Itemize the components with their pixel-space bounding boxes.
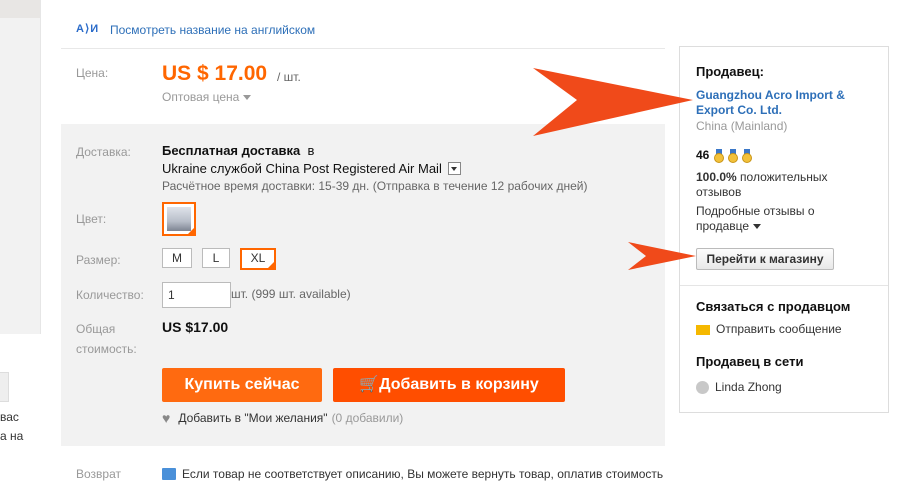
medal-icon [713,148,725,163]
size-option-m[interactable]: M [162,248,192,268]
seller-name-line1: Guangzhou Acro Import & [696,88,845,102]
seller-name-link[interactable]: Guangzhou Acro Import & Export Co. Ltd. [696,88,845,118]
total-label-1: Общая [76,322,116,336]
size-option-xl-label: XL [250,251,266,265]
color-swatch[interactable] [162,202,196,236]
shipping-label: Доставка: [76,145,131,159]
shipping-destination[interactable]: Ukraine службой China Post Registered Ai… [162,161,461,176]
online-title: Продавец в сети [696,354,804,369]
chevron-down-icon [243,95,252,101]
wholesale-price-dropdown[interactable]: Оптовая цена [162,90,252,104]
return-text: Если товар не соответствует описанию, Вы… [182,467,664,481]
seller-score-value: 46 [696,148,710,162]
medal-icon [727,148,739,163]
add-to-wishlist[interactable]: ♥ Добавить в "Мои желания" (0 добавили) [162,411,403,425]
total-price: US $17.00 [162,319,229,335]
contact-title: Связаться с продавцом [696,299,851,314]
medal-icon [741,148,753,163]
return-policy: Если товар не соответствует описанию, Вы… [162,467,663,481]
left-text-2: а на [0,429,24,443]
wholesale-label: Оптовая цена [162,90,240,104]
add-to-cart-label: Добавить в корзину [379,376,539,393]
price-value: US $ 17.00 [162,62,268,85]
chevron-down-icon [753,224,762,230]
color-label: Цвет: [76,212,107,226]
heart-icon: ♥ [162,410,171,426]
wishlist-label: Добавить в "Мои желания" [178,411,328,425]
divider [61,48,665,49]
left-text-1: вас [0,410,19,424]
annotation-arrow-small [628,242,696,270]
return-label: Возврат [76,467,121,481]
shipping-in: в [307,143,315,158]
price-label: Цена: [76,66,109,80]
online-user-link[interactable]: Linda Zhong [696,380,782,395]
cart-icon: 🛒 [359,376,380,393]
online-user-name: Linda Zhong [715,380,782,394]
quantity-note: шт. (999 шт. available) [231,287,351,301]
price-unit: / шт. [277,70,301,84]
go-to-store-button[interactable]: Перейти к магазину [696,248,834,270]
seller-divider [680,285,888,286]
size-label: Размер: [76,253,121,267]
send-message-link[interactable]: Отправить сообщение [696,322,842,336]
product-image-edge [0,0,41,334]
return-icon [162,468,176,480]
positive-feedback: 100.0% положительных [696,170,828,184]
user-icon [696,381,709,395]
size-option-l[interactable]: L [202,248,230,268]
annotation-arrow-large [533,68,693,136]
detailed-feedback-dropdown[interactable]: продавце [696,219,762,233]
positive-text-1: положительных [740,170,828,184]
quantity-label: Количество: [76,288,144,302]
size-option-xl[interactable]: XL [240,248,276,270]
detailed-feedback-line1[interactable]: Подробные отзывы о [696,204,815,218]
add-to-cart-button[interactable]: 🛒Добавить в корзину [333,368,565,402]
detailed-feedback-line2: продавце [696,219,750,233]
seller-title: Продавец: [696,64,764,79]
quantity-input[interactable]: 1 [162,282,231,308]
selected-check-icon [187,227,195,235]
wishlist-count: (0 добавили) [331,411,404,425]
free-shipping-text: Бесплатная доставка [162,143,301,158]
seller-country: China (Mainland) [696,119,788,133]
shipping-dropdown-icon[interactable] [447,162,461,175]
total-label-2: стоимость: [76,342,137,356]
product-image-top [0,0,40,18]
send-message-label: Отправить сообщение [716,322,842,336]
buy-now-button[interactable]: Купить сейчас [162,368,322,402]
shipping-destination-text: Ukraine службой China Post Registered Ai… [162,161,442,176]
thumbnail-prev-arrow[interactable] [0,372,9,402]
translate-row[interactable]: A⟩И Посмотреть название на английском [76,22,315,38]
envelope-icon [696,324,710,335]
positive-percent: 100.0% [696,170,737,184]
translate-link[interactable]: Посмотреть название на английском [110,23,315,37]
shipping-time: Расчётное время доставки: 15-39 дн. (Отп… [162,179,588,193]
shipping-title: Бесплатная доставка в [162,143,314,158]
translate-icon: A⟩И [76,23,100,35]
seller-name-line2: Export Co. Ltd. [696,103,782,117]
positive-text-2: отзывов [696,185,742,199]
selected-check-icon [267,261,275,269]
seller-score: 46 [696,148,755,163]
